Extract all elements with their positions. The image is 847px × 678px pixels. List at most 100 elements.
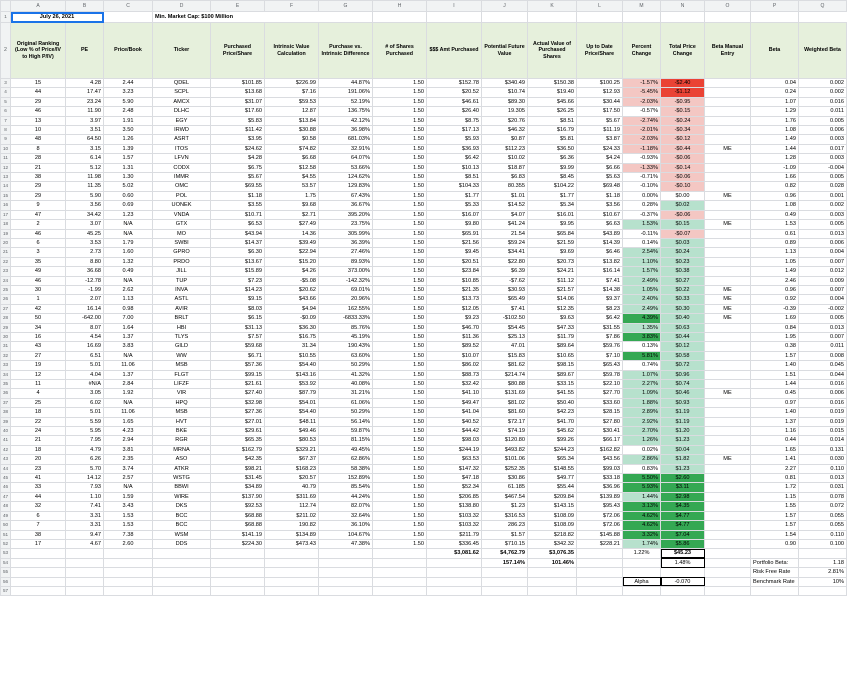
data-cell[interactable]: 1.10 (65, 491, 104, 503)
data-cell[interactable]: FLGT (152, 369, 211, 381)
data-cell[interactable]: $13.73 (426, 294, 482, 305)
data-cell[interactable]: $11.36 (426, 331, 482, 343)
data-cell[interactable]: -$1.12 (660, 87, 705, 98)
data-cell[interactable]: $493.82 (481, 444, 528, 456)
data-cell[interactable]: $7.23 (210, 275, 265, 286)
data-cell[interactable]: -0.10% (622, 181, 661, 192)
data-cell[interactable]: $21.59 (527, 237, 577, 249)
data-cell[interactable]: $72.06 (576, 520, 623, 531)
data-cell[interactable]: 1.72 (750, 482, 799, 493)
data-cell[interactable]: $139.89 (576, 491, 623, 503)
data-cell[interactable]: 1.50 (372, 275, 427, 286)
data-cell[interactable]: 0.001 (798, 190, 847, 202)
data-cell[interactable]: $0.93 (660, 397, 705, 409)
data-cell[interactable]: $6.46 (576, 247, 623, 258)
data-cell[interactable]: $88.73 (426, 369, 482, 381)
data-cell[interactable]: 0.007 (798, 331, 847, 343)
data-cell[interactable]: $6.36 (527, 153, 577, 164)
data-cell[interactable]: $65.49 (481, 294, 528, 305)
data-cell[interactable]: $342.32 (527, 538, 577, 550)
data-cell[interactable]: 286.23 (481, 520, 528, 531)
data-cell[interactable]: 6.02 (65, 397, 104, 409)
data-cell[interactable] (704, 106, 751, 117)
cell[interactable] (527, 11, 577, 23)
data-cell[interactable]: 11 (10, 378, 66, 390)
row-number[interactable]: 3 (0, 77, 11, 89)
data-cell[interactable]: 1.64 (103, 322, 153, 333)
data-cell[interactable]: 1.37 (103, 369, 153, 381)
data-cell[interactable]: 3.31 (65, 520, 104, 531)
data-cell[interactable]: 7 (10, 520, 66, 531)
data-cell[interactable]: IRWD (152, 125, 211, 136)
data-cell[interactable]: $7.57 (210, 331, 265, 343)
data-cell[interactable]: $103.32 (426, 520, 482, 531)
data-cell[interactable]: 12.87 (264, 106, 319, 117)
data-cell[interactable]: $27.36 (210, 407, 265, 418)
row-number[interactable]: 10 (0, 143, 11, 155)
data-cell[interactable]: $55.44 (527, 482, 577, 493)
data-cell[interactable]: 1.40 (750, 360, 799, 371)
data-cell[interactable]: 6.51 (65, 350, 104, 362)
data-cell[interactable]: 53.57 (264, 181, 319, 192)
data-cell[interactable] (704, 482, 751, 493)
alpha-value[interactable]: -0.070 (660, 576, 705, 587)
data-cell[interactable]: $101.85 (210, 77, 265, 89)
data-cell[interactable]: -0.71% (622, 172, 661, 183)
data-cell[interactable]: 1.50 (372, 247, 427, 258)
data-cell[interactable]: 0.44 (750, 435, 799, 446)
data-cell[interactable]: 2.48 (103, 106, 153, 117)
data-cell[interactable]: $89.52 (426, 341, 482, 352)
data-cell[interactable]: 0.003 (798, 209, 847, 221)
data-cell[interactable]: -12.78 (65, 275, 104, 286)
data-cell[interactable]: 1.37 (750, 416, 799, 428)
data-cell[interactable]: $45.66 (527, 96, 577, 108)
data-cell[interactable]: $6.30 (210, 247, 265, 258)
data-cell[interactable]: 4 (10, 388, 66, 399)
data-cell[interactable]: 47.38% (318, 538, 373, 550)
row-number[interactable]: 24 (0, 275, 11, 286)
row-number[interactable]: 20 (0, 237, 11, 249)
data-cell[interactable] (704, 491, 751, 503)
cell[interactable] (103, 11, 153, 23)
data-cell[interactable] (704, 275, 751, 286)
data-cell[interactable]: $4.35 (660, 501, 705, 512)
column-header-a[interactable]: A (10, 0, 66, 12)
data-cell[interactable]: $81.02 (481, 397, 528, 409)
data-cell[interactable]: 85.76% (318, 322, 373, 333)
data-cell[interactable]: $211.79 (426, 529, 482, 540)
data-cell[interactable]: 3.83% (622, 331, 661, 343)
data-cell[interactable]: 1.55 (750, 501, 799, 512)
row-number[interactable]: 56 (0, 576, 11, 587)
data-cell[interactable]: 1.07% (622, 369, 661, 381)
data-cell[interactable]: 0.00% (622, 190, 661, 202)
data-cell[interactable]: $33.15 (527, 378, 577, 390)
data-cell[interactable]: 4.54 (65, 331, 104, 343)
data-cell[interactable]: $30.93 (481, 284, 528, 296)
benchmark-value[interactable]: 10% (798, 576, 847, 587)
data-cell[interactable]: $228.21 (576, 538, 623, 550)
data-cell[interactable]: 2.94 (103, 435, 153, 446)
data-cell[interactable]: 63.60% (318, 350, 373, 362)
data-cell[interactable]: 44 (10, 87, 66, 98)
data-cell[interactable] (704, 200, 751, 211)
data-cell[interactable]: 5.95 (65, 426, 104, 437)
column-header-i[interactable]: I (426, 0, 482, 12)
data-cell[interactable]: $0.46 (660, 388, 705, 399)
header-cell[interactable]: $$$ Amt Purchased (426, 22, 482, 79)
data-cell[interactable]: $8.51 (426, 172, 482, 183)
data-cell[interactable]: 2.49% (622, 275, 661, 286)
data-cell[interactable]: 0.04 (750, 77, 799, 89)
data-cell[interactable]: 2 (10, 219, 66, 230)
data-cell[interactable]: 5.12 (65, 162, 104, 174)
row-number[interactable]: 46 (0, 482, 11, 493)
header-cell[interactable]: PE (65, 22, 104, 79)
data-cell[interactable]: EGY (152, 115, 211, 127)
column-header-b[interactable]: B (65, 0, 104, 12)
data-cell[interactable]: VIR (152, 388, 211, 399)
data-cell[interactable]: 3.83 (103, 341, 153, 352)
data-cell[interactable]: $209.84 (527, 491, 577, 503)
data-cell[interactable] (704, 87, 751, 98)
data-cell[interactable]: -1.18% (622, 143, 661, 155)
data-cell[interactable]: 0.81 (750, 473, 799, 484)
data-cell[interactable]: 0.02% (622, 444, 661, 456)
